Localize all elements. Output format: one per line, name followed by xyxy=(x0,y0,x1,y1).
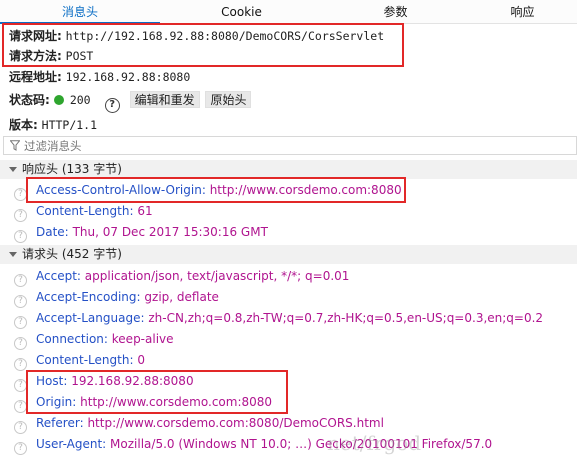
request-headers-title: 请求头 (452 字节) xyxy=(22,247,122,261)
status-dot-icon xyxy=(53,95,64,105)
edit-resend-button[interactable]: 编辑和重发 xyxy=(129,91,200,108)
status-label: 状态码: xyxy=(9,93,50,107)
version-label: 版本: xyxy=(9,118,38,132)
header-value: 0 xyxy=(137,353,145,367)
request-method-label: 请求方法: xyxy=(9,49,62,63)
header-row: ? Content-Length: 61 xyxy=(14,201,153,222)
header-name: Accept-Encoding: xyxy=(36,290,141,304)
header-row: ? Host: 192.168.92.88:8080 xyxy=(14,371,194,392)
header-row: ? Access-Control-Allow-Origin: http://www… xyxy=(14,180,402,201)
header-value: 192.168.92.88:8080 xyxy=(71,374,194,388)
help-icon[interactable]: ? xyxy=(14,379,27,392)
header-name: Content-Length: xyxy=(36,353,134,367)
request-method-row: 请求方法: POST xyxy=(9,46,93,66)
header-value: http://www.corsdemo.com:8080/DemoCORS.ht… xyxy=(87,416,384,430)
header-value: gzip, deflate xyxy=(144,290,219,304)
collapse-triangle-icon xyxy=(9,167,17,172)
header-row: ? Content-Length: 0 xyxy=(14,350,145,371)
collapse-triangle-icon xyxy=(9,252,17,257)
header-name: Content-Length: xyxy=(36,204,134,218)
header-name: Origin: xyxy=(36,395,77,409)
header-value: http://www.corsdemo.com:8080 xyxy=(209,183,402,197)
raw-headers-button[interactable]: 原始头 xyxy=(205,91,252,108)
help-icon[interactable]: ? xyxy=(14,421,27,434)
header-value: keep-alive xyxy=(111,332,174,346)
filter-input[interactable] xyxy=(24,137,564,154)
help-icon[interactable]: ? xyxy=(14,337,27,350)
request-method-value: POST xyxy=(65,49,94,63)
request-url-row: 请求网址: http://192.168.92.88:8080/DemoCORS… xyxy=(9,26,384,46)
filter-icon xyxy=(10,140,20,151)
header-value: Mozilla/5.0 (Windows NT 10.0; …) Gecko/2… xyxy=(110,437,493,451)
header-name: Accept: xyxy=(36,269,81,283)
filter-box xyxy=(3,136,577,155)
remote-address-row: 远程地址: 192.168.92.88:8080 xyxy=(9,67,190,87)
status-code: 200 xyxy=(69,93,91,107)
request-url-value: http://192.168.92.88:8080/DemoCORS/CorsS… xyxy=(65,29,385,43)
help-icon[interactable]: ? xyxy=(14,188,27,201)
help-icon[interactable]: ? xyxy=(14,209,27,222)
tab-cookies[interactable]: Cookie xyxy=(160,0,323,24)
header-name: Access-Control-Allow-Origin: xyxy=(36,183,206,197)
header-value: http://www.corsdemo.com:8080 xyxy=(80,395,273,409)
response-headers-title: 响应头 (133 字节) xyxy=(22,162,122,176)
header-row: ? Accept-Language: zh-CN,zh;q=0.8,zh-TW;q… xyxy=(14,308,543,329)
header-name: Host: xyxy=(36,374,68,388)
help-icon[interactable]: ? xyxy=(14,295,27,308)
header-row: ? Date: Thu, 07 Dec 2017 15:30:16 GMT xyxy=(14,222,268,243)
help-icon[interactable]: ? xyxy=(14,316,27,329)
tab-params[interactable]: 参数 xyxy=(323,0,468,24)
remote-address-label: 远程地址: xyxy=(9,70,62,84)
header-value: 61 xyxy=(137,204,153,218)
header-row: ? Connection: keep-alive xyxy=(14,329,174,350)
header-row: ? Accept: application/json, text/javascri… xyxy=(14,266,349,287)
header-name: User-Agent: xyxy=(36,437,107,451)
header-value: Thu, 07 Dec 2017 15:30:16 GMT xyxy=(72,225,268,239)
request-url-label: 请求网址: xyxy=(9,29,62,43)
header-row: ? User-Agent: Mozilla/5.0 (Windows NT 10.… xyxy=(14,434,492,455)
remote-address-value: 192.168.92.88:8080 xyxy=(65,70,191,84)
status-row: 状态码: 200? 编辑和重发 原始头 xyxy=(9,90,252,113)
tab-bar: 消息头 Cookie 参数 响应 xyxy=(0,0,577,24)
version-row: 版本: HTTP/1.1 xyxy=(9,115,97,135)
version-value: HTTP/1.1 xyxy=(41,118,98,132)
header-row: ? Accept-Encoding: gzip, deflate xyxy=(14,287,219,308)
help-icon[interactable]: ? xyxy=(14,442,27,455)
header-value: zh-CN,zh;q=0.8,zh-TW;q=0.7,zh-HK;q=0.5,e… xyxy=(148,311,544,325)
header-value: application/json, text/javascript, */*; … xyxy=(84,269,350,283)
help-icon[interactable]: ? xyxy=(14,358,27,371)
header-row: ? Referer: http://www.corsdemo.com:8080/D… xyxy=(14,413,384,434)
tab-headers[interactable]: 消息头 xyxy=(0,0,160,24)
tab-response[interactable]: 响应 xyxy=(468,0,577,24)
header-name: Referer: xyxy=(36,416,84,430)
help-icon[interactable]: ? xyxy=(14,274,27,287)
header-row: ? Origin: http://www.corsdemo.com:8080 xyxy=(14,392,272,413)
request-headers-section[interactable]: 请求头 (452 字节) xyxy=(0,245,577,264)
help-icon[interactable]: ? xyxy=(14,400,27,413)
header-name: Accept-Language: xyxy=(36,311,145,325)
header-name: Connection: xyxy=(36,332,108,346)
header-name: Date: xyxy=(36,225,69,239)
help-icon[interactable]: ? xyxy=(104,98,120,113)
response-headers-section[interactable]: 响应头 (133 字节) xyxy=(0,160,577,179)
help-icon[interactable]: ? xyxy=(14,230,27,243)
